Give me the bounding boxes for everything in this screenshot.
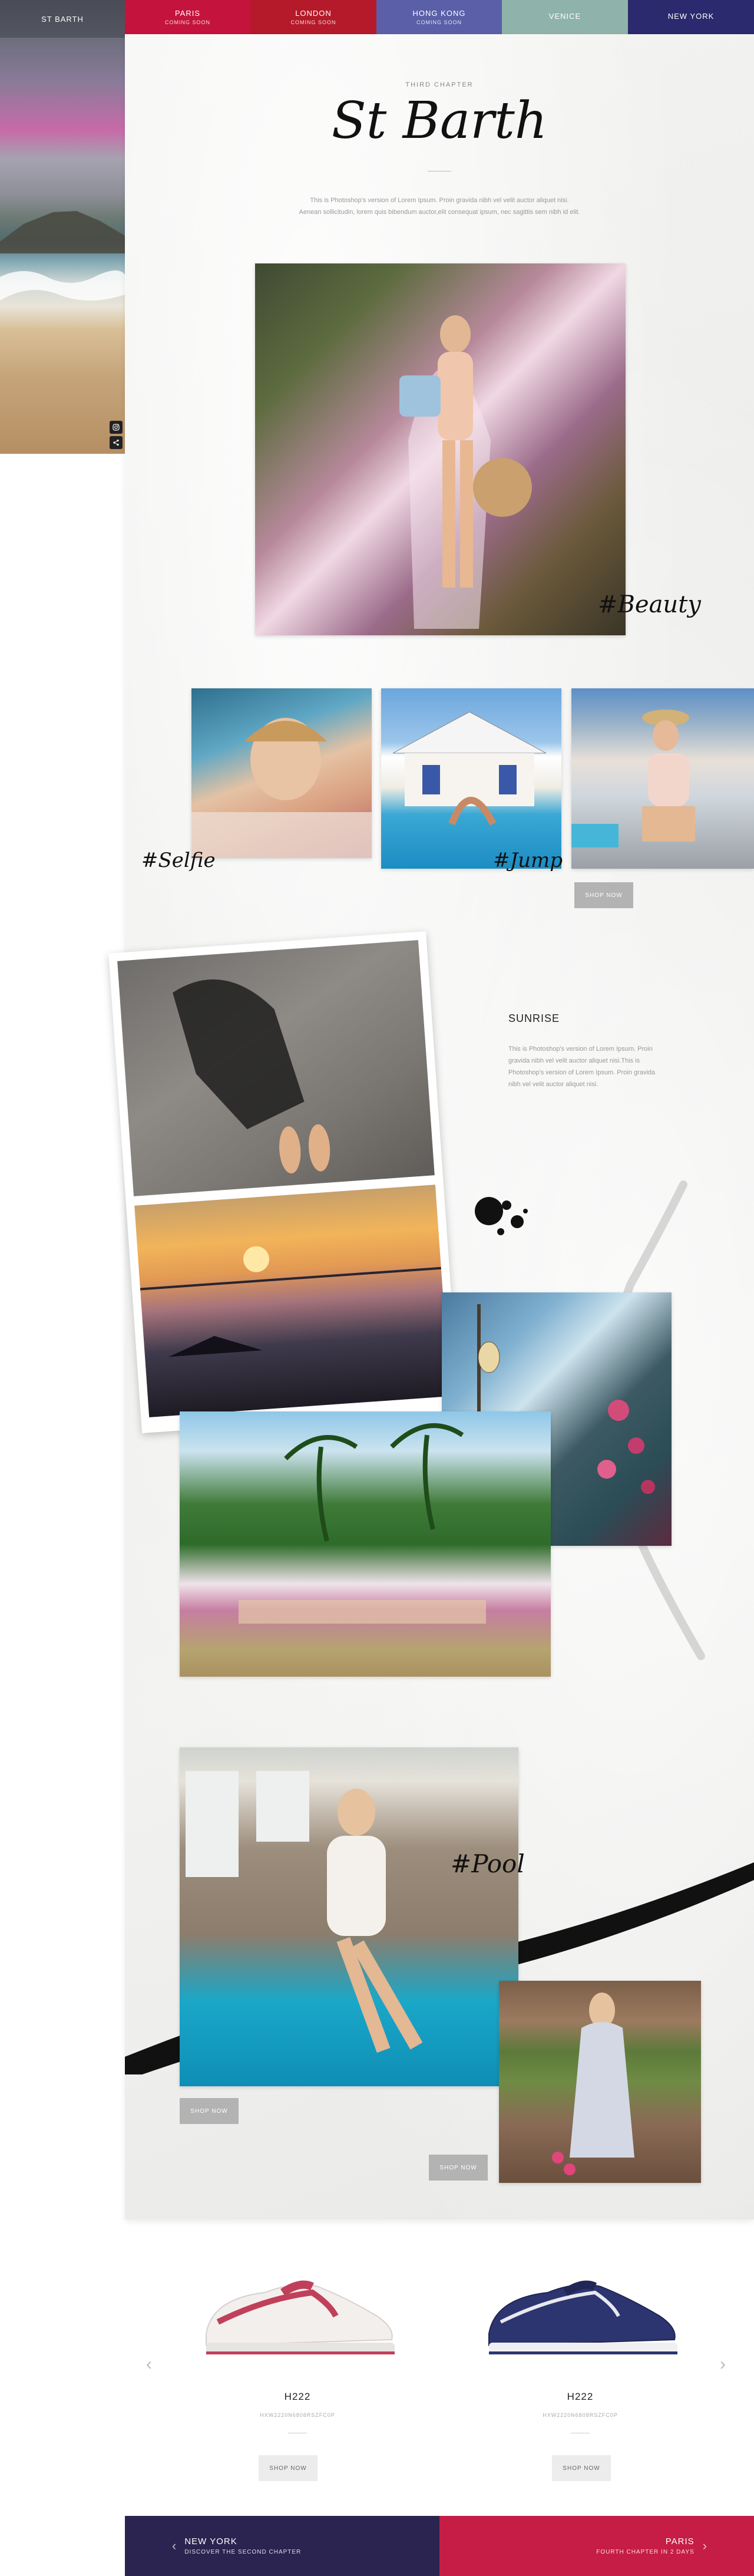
nav-status: COMING SOON [416,19,462,25]
prev-chapter-link[interactable]: ‹ NEW YORK DISCOVER THE SECOND CHAPTER [125,2516,439,2576]
pool-photo [180,1747,518,2086]
tropical-photo [180,1411,551,1677]
chevron-left-icon[interactable]: ‹ [146,2354,152,2374]
next-chapter-subtitle: FOURTH CHAPTER IN 2 DAYS [596,2549,695,2555]
chapter-label: THIRD CHAPTER [405,81,474,88]
sunset-photo [134,1185,451,1417]
nav-label: PARIS [174,9,201,18]
hashtag-pool: #Pool [451,1849,525,1878]
prev-chapter-name: NEW YORK [184,2537,237,2547]
sunrise-title: SUNRISE [508,1012,560,1024]
nav-item-paris[interactable]: PARIS COMING SOON [125,0,250,34]
chapter-intro-line-1: This is Photoshop's version of Lorem Ips… [310,197,569,204]
sidebar-brand[interactable]: ST BARTH [0,0,125,38]
next-chapter-link[interactable]: PARIS FOURTH CHAPTER IN 2 DAYS › [439,2516,754,2576]
product-code-1: HXW2220N6808RSZFC0P [260,2412,335,2418]
shop-now-button-product-1[interactable]: SHOP NOW [259,2455,318,2481]
nav-label: LONDON [295,9,332,18]
nav-item-venice[interactable]: VENICE [502,0,628,34]
next-chapter-name: PARIS [665,2537,695,2547]
waves-shape [0,270,125,301]
pool-chair-photo [571,688,754,869]
sidebar-hero-image: ST BARTH [0,0,125,454]
beauty-photo [255,263,626,635]
nav-item-hong-kong[interactable]: HONG KONG COMING SOON [376,0,502,34]
hashtag-beauty: #Beauty [598,591,701,618]
mountain-shape [0,211,125,253]
ink-splatter [475,1197,528,1235]
product-name-1[interactable]: H222 [194,2391,401,2403]
product-name-2[interactable]: H222 [477,2391,683,2403]
nav-label: VENICE [548,12,581,21]
garden-photo [499,1981,701,2183]
shop-now-button-3[interactable]: SHOP NOW [429,2155,488,2181]
sunrise-text-line-2: gravida nibh vel velit auctor aliquet ni… [508,1057,640,1064]
sunrise-text-line-1: This is Photoshop's version of Lorem Ips… [508,1045,653,1053]
nav-status: COMING SOON [290,19,336,25]
chevron-left-icon: ‹ [172,2538,177,2553]
chapter-intro-line-2: Aenean sollicitudin, lorem quis bibendum… [299,209,580,216]
product-code-2: HXW2220N6808RSZFC0P [543,2412,618,2418]
jump-photo [381,688,561,869]
instagram-icon[interactable] [110,421,123,434]
hashtag-selfie: #Selfie [141,849,216,872]
sunrise-text-line-4: nibh vel velit auctor aliquet nisi. [508,1081,598,1088]
shop-now-button-1[interactable]: SHOP NOW [574,882,633,908]
hashtag-jump: #Jump [493,849,563,872]
selfie-photo [191,688,372,858]
nav-item-new-york[interactable]: NEW YORK [628,0,754,34]
beauty-photo-figure [399,315,532,629]
product-image-2[interactable] [477,2257,683,2369]
chevron-right-icon: › [702,2538,707,2553]
shop-now-button-2[interactable]: SHOP NOW [180,2098,239,2124]
nav-label: HONG KONG [412,9,466,18]
nav-status: COMING SOON [164,19,210,25]
nav-label: NEW YORK [667,12,715,21]
sunrise-text-line-3: Photoshop's version of Lorem Ipsum. Proi… [508,1069,656,1076]
chapter-title: St Barth [331,91,548,150]
nav-item-london[interactable]: LONDON COMING SOON [250,0,376,34]
shop-now-button-product-2[interactable]: SHOP NOW [552,2455,611,2481]
prev-chapter-subtitle: DISCOVER THE SECOND CHAPTER [184,2549,302,2555]
product-image-1[interactable] [194,2257,401,2369]
polaroid-frame [108,931,459,1433]
chevron-right-icon[interactable]: › [720,2354,726,2374]
share-icon[interactable] [110,436,123,449]
shadow-photo [117,940,435,1196]
